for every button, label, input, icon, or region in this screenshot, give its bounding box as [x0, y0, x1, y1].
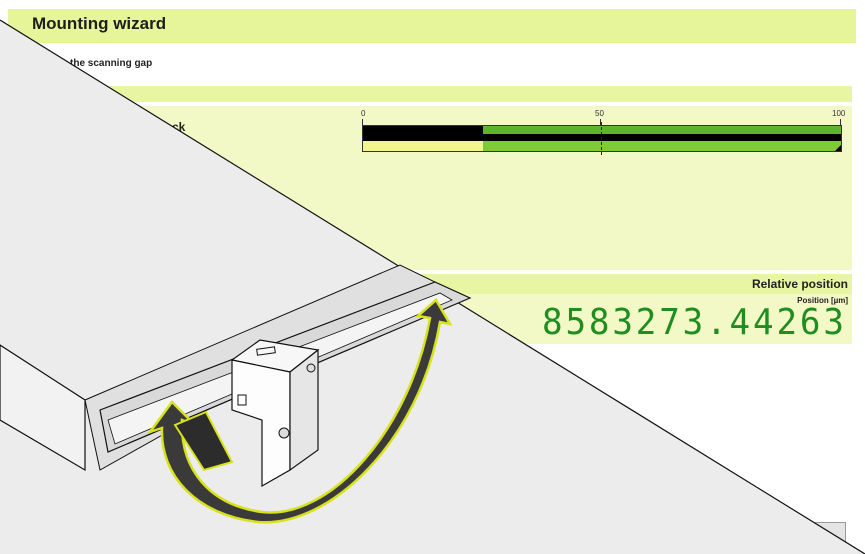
position-readout: 8583273.44263	[542, 302, 847, 343]
signal-meter-lower-fill	[363, 141, 483, 151]
footer-button[interactable]: l	[780, 522, 846, 549]
signal-meter-corner-marker	[835, 145, 841, 151]
relative-position-header	[8, 274, 852, 294]
wizard-title: Mounting wizard	[32, 14, 167, 33]
signal-meter-upper-fill	[483, 126, 841, 134]
signal-label: ck	[172, 120, 186, 134]
signal-meter-center-line	[601, 122, 602, 155]
scale-label-min: 0	[361, 109, 366, 118]
signal-meter-lower-track	[363, 141, 841, 151]
wizard-step-subtitle: the scanning gap	[70, 58, 153, 69]
relative-position-title: Relative position	[751, 277, 848, 291]
wizard-content: Mounting wizard the scanning gap ck 0 50…	[0, 0, 865, 554]
signal-meter	[362, 122, 842, 155]
scale-label-max: 100	[832, 109, 846, 118]
scale-label-mid: 50	[595, 109, 604, 118]
mounting-wizard-window: Mounting wizard the scanning gap ck 0 50…	[0, 0, 865, 554]
signal-section-header	[8, 86, 852, 102]
